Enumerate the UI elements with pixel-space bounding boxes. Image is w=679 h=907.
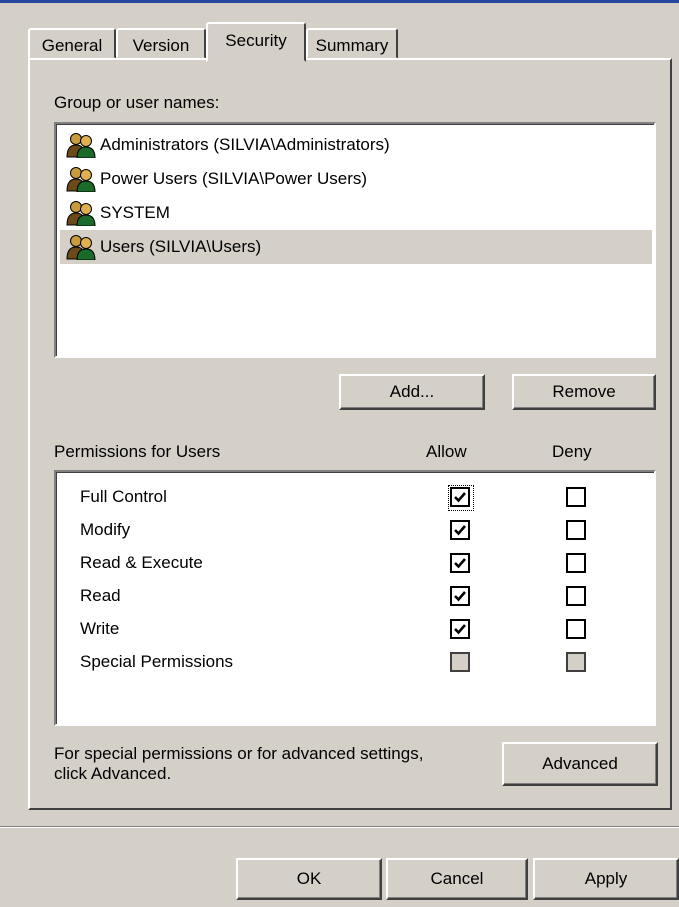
list-item-system[interactable]: SYSTEM — [60, 196, 652, 230]
advanced-note-line2: click Advanced. — [54, 764, 172, 783]
check-icon — [454, 624, 466, 635]
permission-name: Read — [80, 586, 121, 605]
permission-name: Modify — [80, 520, 131, 539]
cancel-button[interactable]: Cancel — [386, 858, 528, 900]
permissions-heading: Permissions for Users — [54, 442, 221, 461]
check-icon — [454, 558, 466, 569]
list-item-power-users[interactable]: Power Users (SILVIA\Power Users) — [60, 162, 652, 196]
window-top-edge — [0, 0, 679, 3]
deny-checkbox-read[interactable] — [566, 586, 586, 606]
permission-name: Write — [80, 619, 120, 638]
permission-row-modify: Modify — [80, 515, 640, 548]
deny-checkbox-full-control[interactable] — [566, 487, 586, 507]
tab-general[interactable]: General — [28, 28, 116, 59]
allow-checkbox-read[interactable] — [450, 586, 470, 606]
user-name: SYSTEM — [100, 203, 170, 222]
list-item-users[interactable]: Users (SILVIA\Users) — [60, 230, 652, 264]
permission-row-read: Read — [80, 581, 640, 614]
allow-column-header: Allow — [426, 442, 467, 461]
user-group-icon — [66, 201, 96, 226]
user-name: Users (SILVIA\Users) — [100, 237, 262, 256]
user-group-icon — [66, 133, 96, 158]
permissions-list: Full Control Modify Read & Execute Read — [54, 470, 656, 726]
check-icon — [454, 525, 466, 536]
check-icon — [454, 591, 466, 602]
deny-checkbox-modify[interactable] — [566, 520, 586, 540]
advanced-note-line1: For special permissions or for advanced … — [54, 744, 424, 763]
allow-checkbox-write[interactable] — [450, 619, 470, 639]
permission-name: Read & Execute — [80, 553, 203, 572]
deny-column-header: Deny — [552, 442, 592, 461]
permission-name: Special Permissions — [80, 652, 234, 671]
user-name: Administrators (SILVIA\Administrators) — [100, 135, 390, 154]
list-item-administrators[interactable]: Administrators (SILVIA\Administrators) — [60, 128, 652, 162]
user-list[interactable]: Administrators (SILVIA\Administrators) P… — [54, 122, 656, 358]
deny-checkbox-special — [566, 652, 586, 672]
divider — [0, 827, 679, 828]
allow-checkbox-special — [450, 652, 470, 672]
group-user-label: Group or user names: — [54, 93, 220, 112]
permission-row-full-control: Full Control — [80, 482, 640, 515]
user-group-icon — [66, 167, 96, 192]
allow-checkbox-full-control[interactable] — [448, 485, 474, 511]
check-icon — [454, 492, 466, 503]
deny-checkbox-write[interactable] — [566, 619, 586, 639]
permission-row-read-execute: Read & Execute — [80, 548, 640, 581]
permission-name: Full Control — [80, 487, 167, 506]
ok-button[interactable]: OK — [236, 858, 382, 900]
add-button[interactable]: Add... — [339, 374, 485, 410]
allow-checkbox-read-execute[interactable] — [450, 553, 470, 573]
tab-security[interactable]: Security — [206, 22, 306, 62]
user-group-icon — [66, 235, 96, 260]
advanced-button[interactable]: Advanced — [502, 742, 658, 786]
apply-button[interactable]: Apply — [533, 858, 679, 900]
security-panel: Group or user names: Administrators (SIL… — [28, 58, 672, 810]
user-name: Power Users (SILVIA\Power Users) — [100, 169, 368, 188]
allow-checkbox-modify[interactable] — [450, 520, 470, 540]
deny-checkbox-read-execute[interactable] — [566, 553, 586, 573]
permission-row-write: Write — [80, 614, 640, 647]
permission-row-special: Special Permissions — [80, 647, 640, 680]
tab-version[interactable]: Version — [116, 28, 206, 59]
remove-button[interactable]: Remove — [512, 374, 656, 410]
tab-summary[interactable]: Summary — [306, 28, 398, 59]
advanced-note: For special permissions or for advanced … — [54, 744, 423, 784]
